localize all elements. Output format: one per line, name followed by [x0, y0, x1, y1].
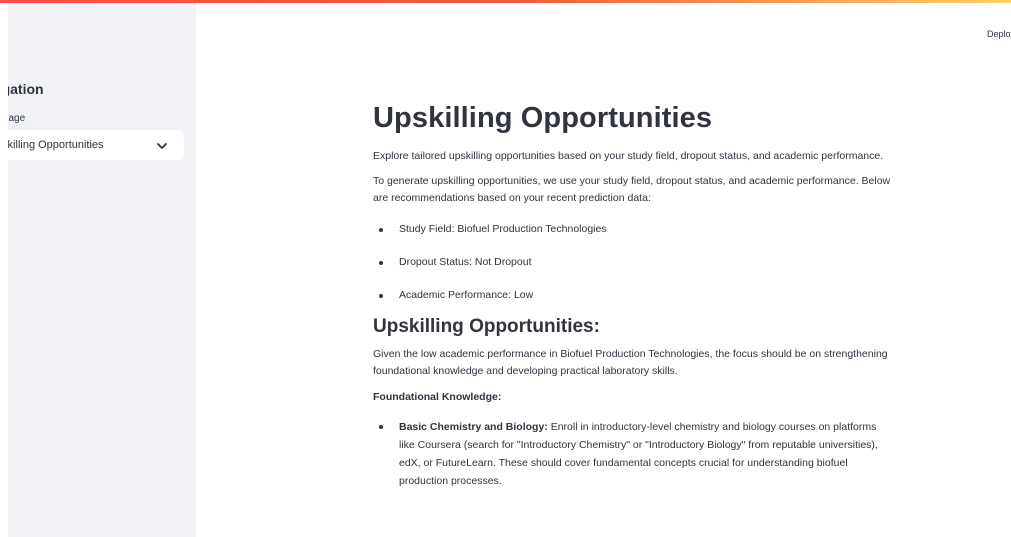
recommendation-list: Basic Chemistry and Biology: Enroll in i…: [373, 418, 893, 490]
chevron-down-icon: [156, 139, 168, 151]
recommendation-title: Basic Chemistry and Biology:: [399, 421, 548, 433]
list-item: Dropout Status: Not Dropout: [373, 254, 893, 271]
section-heading: Upskilling Opportunities:: [373, 316, 600, 337]
deploy-button[interactable]: Deploy: [987, 29, 1011, 39]
page-title: Upskilling Opportunities: [373, 102, 713, 134]
page-select-label: Select a page: [8, 113, 26, 124]
sidebar-title: Navigation: [8, 81, 44, 97]
main-content: Upskilling Opportunities Explore tailore…: [373, 100, 893, 490]
explanation-text: To generate upskilling opportunities, we…: [373, 175, 891, 204]
section-label: Foundational Knowledge:: [373, 391, 502, 403]
intro-text: Explore tailored upskilling opportunitie…: [373, 150, 884, 162]
prediction-list: Study Field: Biofuel Production Technolo…: [373, 221, 893, 304]
list-item: Academic Performance: Low: [373, 287, 893, 304]
list-item: Study Field: Biofuel Production Technolo…: [373, 221, 893, 238]
page-select[interactable]: Upskilling Opportunities: [8, 130, 184, 160]
page-select-value: Upskilling Opportunities: [8, 139, 104, 151]
sidebar: Navigation Select a page Upskilling Oppo…: [8, 3, 196, 537]
summary-text: Given the low academic performance in Bi…: [373, 348, 888, 377]
list-item: Basic Chemistry and Biology: Enroll in i…: [373, 418, 893, 490]
